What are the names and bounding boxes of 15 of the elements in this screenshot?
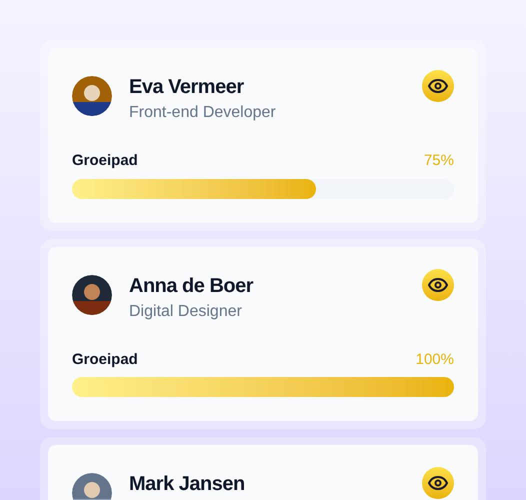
member-role: Digital Designer [129, 302, 243, 322]
member-name: Anna de Boer [129, 274, 254, 298]
member-name: Eva Vermeer [129, 75, 245, 100]
progress-label: Groeipad [72, 151, 138, 171]
progress-value: 75% [424, 151, 454, 171]
eye-icon [428, 79, 448, 93]
view-button[interactable] [422, 467, 454, 499]
member-role: Front-end Developer [129, 103, 277, 123]
member-name: Mark Jansen [129, 472, 246, 497]
eye-icon [428, 476, 448, 490]
view-button[interactable] [422, 70, 454, 102]
progress-label: Groeipad [72, 350, 138, 370]
view-button[interactable] [422, 268, 454, 300]
progress-value: 100% [416, 350, 454, 370]
eye-icon [428, 278, 448, 292]
